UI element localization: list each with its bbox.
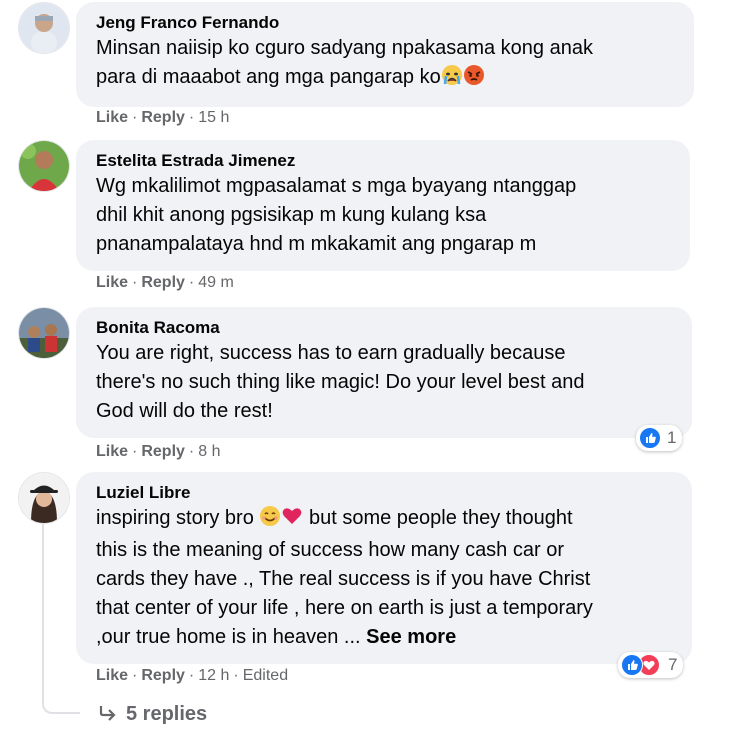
reply-link[interactable]: Reply bbox=[141, 109, 185, 126]
avatar[interactable] bbox=[18, 2, 70, 54]
reaction-count: 7 bbox=[668, 655, 678, 674]
comment-text: Minsan naiisip ko cguro sadyang npakasam… bbox=[96, 34, 678, 95]
reaction-summary[interactable]: 7 bbox=[618, 652, 684, 678]
comment-actions: Like · Reply · 15 h bbox=[96, 109, 229, 127]
timestamp[interactable]: 15 h bbox=[198, 109, 229, 126]
avatar[interactable] bbox=[18, 140, 70, 192]
comment: Luziel Libre inspiring story bro but som… bbox=[18, 472, 718, 722]
thread-connector-line bbox=[42, 524, 80, 714]
comment-bubble: Estelita Estrada Jimenez Wg mkalilimot m… bbox=[76, 140, 690, 271]
crying-face-icon bbox=[441, 64, 463, 95]
comment: Bonita Racoma You are right, success has… bbox=[18, 307, 718, 467]
separator: · bbox=[188, 109, 195, 126]
comment-actions: Like · Reply · 8 h bbox=[96, 443, 221, 461]
reply-link[interactable]: Reply bbox=[141, 667, 185, 684]
reply-link[interactable]: Reply bbox=[141, 274, 185, 291]
timestamp[interactable]: 8 h bbox=[198, 443, 220, 460]
comment-body: You are right, success has to earn gradu… bbox=[96, 342, 585, 422]
comment-bubble: Jeng Franco Fernando Minsan naiisip ko c… bbox=[76, 2, 694, 107]
reaction-summary[interactable]: 1 bbox=[636, 425, 683, 451]
comment-body: Wg mkalilimot mgpasalamat s mga byayang … bbox=[96, 175, 577, 255]
like-link[interactable]: Like bbox=[96, 667, 128, 684]
smiling-face-icon bbox=[259, 505, 281, 536]
reply-arrow-icon bbox=[98, 704, 118, 728]
see-more-link[interactable]: See more bbox=[366, 626, 456, 648]
comment-actions: Like · Reply · 12 h · Edited bbox=[96, 667, 288, 685]
separator: · bbox=[132, 443, 138, 460]
like-icon bbox=[621, 654, 643, 676]
avatar[interactable] bbox=[18, 307, 70, 359]
timestamp[interactable]: 12 h bbox=[198, 667, 229, 684]
view-replies-link[interactable]: 5 replies bbox=[98, 703, 207, 728]
comment-bubble: Luziel Libre inspiring story bro but som… bbox=[76, 472, 692, 664]
comment: Estelita Estrada Jimenez Wg mkalilimot m… bbox=[18, 140, 718, 300]
replies-count-label[interactable]: 5 replies bbox=[126, 703, 207, 725]
like-link[interactable]: Like bbox=[96, 274, 128, 291]
comment-bubble: Bonita Racoma You are right, success has… bbox=[76, 307, 692, 438]
comment-text: inspiring story bro but some people they… bbox=[96, 504, 676, 652]
separator: · bbox=[188, 443, 195, 460]
like-link[interactable]: Like bbox=[96, 443, 128, 460]
comment-author[interactable]: Luziel Libre bbox=[96, 482, 676, 504]
reaction-count: 1 bbox=[667, 428, 677, 447]
angry-face-icon bbox=[463, 64, 485, 95]
timestamp[interactable]: 49 m bbox=[198, 274, 234, 291]
separator: · bbox=[132, 109, 138, 126]
avatar[interactable] bbox=[18, 472, 70, 524]
separator: · bbox=[188, 667, 195, 684]
comment-author[interactable]: Jeng Franco Fernando bbox=[96, 12, 678, 34]
comment-actions: Like · Reply · 49 m bbox=[96, 274, 234, 292]
separator: · bbox=[132, 274, 138, 291]
edited-label[interactable]: Edited bbox=[243, 667, 288, 684]
comment-author[interactable]: Estelita Estrada Jimenez bbox=[96, 150, 674, 172]
comment: Jeng Franco Fernando Minsan naiisip ko c… bbox=[18, 2, 718, 132]
like-link[interactable]: Like bbox=[96, 109, 128, 126]
like-icon bbox=[639, 427, 661, 449]
comment-body: Minsan naiisip ko cguro sadyang npakasam… bbox=[96, 37, 593, 88]
red-heart-icon bbox=[281, 505, 303, 536]
comment-author[interactable]: Bonita Racoma bbox=[96, 317, 676, 339]
separator: · bbox=[188, 274, 195, 291]
separator: · bbox=[132, 667, 138, 684]
reply-link[interactable]: Reply bbox=[141, 443, 185, 460]
comment-body: inspiring story bro bbox=[96, 507, 254, 529]
separator: · bbox=[233, 667, 239, 684]
